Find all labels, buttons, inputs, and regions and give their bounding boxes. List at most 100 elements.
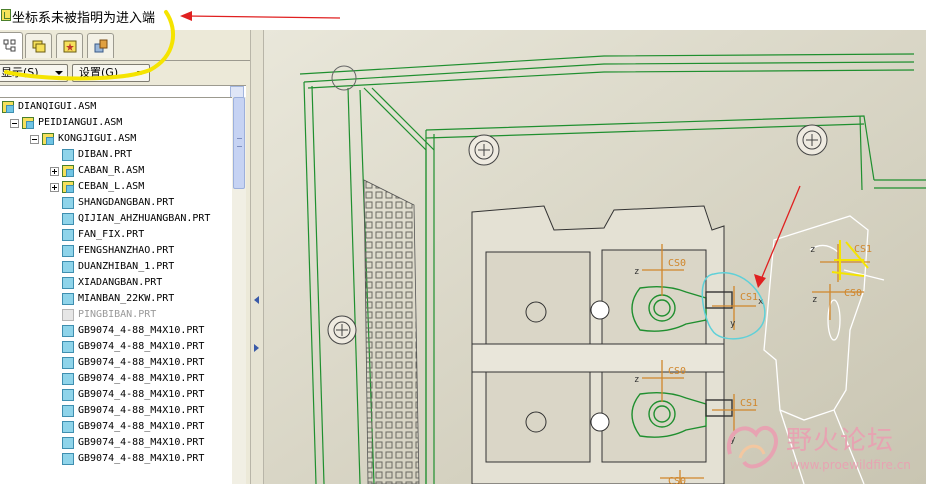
tree-node-label: GB9074_4-88_M4X10.PRT xyxy=(78,373,205,384)
folder-browser-icon xyxy=(32,40,45,53)
tree-node[interactable]: GB9074_4-88_M4X10.PRT xyxy=(0,371,232,387)
tree-node-label: GB9074_4-88_M4X10.PRT xyxy=(78,357,205,368)
assembly-icon xyxy=(42,133,54,145)
tree-node[interactable]: FENGSHANZHAO.PRT xyxy=(0,243,232,259)
part-icon xyxy=(62,341,74,353)
tree-node[interactable]: PINGBIBAN.PRT xyxy=(0,307,232,323)
navigator-panel: 显示(S) 设置(G) DIANQIGUI.ASM PEIDIANGUI.ASM K… xyxy=(0,30,250,484)
part-icon xyxy=(62,453,74,465)
tab-model-tree[interactable] xyxy=(0,32,23,59)
tree-node[interactable]: DIBAN.PRT xyxy=(0,147,232,163)
collapse-node-icon[interactable] xyxy=(30,135,39,144)
tree-node-label: GB9074_4-88_M4X10.PRT xyxy=(78,389,205,400)
part-icon xyxy=(62,197,74,209)
tree-scrollbar[interactable] xyxy=(232,97,246,484)
tree-scroll-header xyxy=(0,85,246,98)
show-dropdown-label: 显示(S) xyxy=(1,66,39,79)
tree-node[interactable]: CABAN_R.ASM xyxy=(0,163,232,179)
tree-node-label: DUANZHIBAN_1.PRT xyxy=(78,261,175,272)
status-bar: 坐标系未被指明为进入端 xyxy=(0,0,926,30)
model-tree: DIANQIGUI.ASM PEIDIANGUI.ASM KONGJIGUI.ASM… xyxy=(0,97,232,484)
tree-node[interactable]: SHANGDANGBAN.PRT xyxy=(0,195,232,211)
csys-label: CS0 xyxy=(668,366,686,377)
tree-node[interactable]: GB9074_4-88_M4X10.PRT xyxy=(0,419,232,435)
show-dropdown-button[interactable]: 显示(S) xyxy=(0,64,68,82)
graphics-viewport[interactable]: CS0 CS1 CS0 CS1 CS1 CS0 CS0 z y x z y z … xyxy=(264,30,926,484)
app-window: 坐标系未被指明为进入端 显示(S) 设置(G) DIANQIGUI.ASM PE… xyxy=(0,0,926,484)
tab-favorites[interactable] xyxy=(56,33,83,58)
tree-node[interactable]: XIADANGBAN.PRT xyxy=(0,275,232,291)
assembly-icon xyxy=(62,181,74,193)
collapse-node-icon[interactable] xyxy=(10,119,19,128)
tree-node[interactable]: PEIDIANGUI.ASM xyxy=(0,115,232,131)
csys-label: CS0 xyxy=(668,258,686,269)
tree-node-label: SHANGDANGBAN.PRT xyxy=(78,197,175,208)
tree-node-label: PEIDIANGUI.ASM xyxy=(38,117,123,128)
part-icon xyxy=(62,149,74,161)
tree-node[interactable]: CEBAN_L.ASM xyxy=(0,179,232,195)
navigator-tabs xyxy=(0,30,250,60)
tree-node[interactable]: QIJIAN_AHZHUANGBAN.PRT xyxy=(0,211,232,227)
tree-node[interactable]: DIANQIGUI.ASM xyxy=(0,99,232,115)
tree-node-label: GB9074_4-88_M4X10.PRT xyxy=(78,453,205,464)
tree-node[interactable]: KONGJIGUI.ASM xyxy=(0,131,232,147)
tree-node-label: FENGSHANZHAO.PRT xyxy=(78,245,175,256)
part-icon xyxy=(62,421,74,433)
model-tree-icon xyxy=(3,39,15,52)
csys-label: CS1 xyxy=(740,292,758,303)
favorites-icon xyxy=(63,40,76,53)
tree-node[interactable]: GB9074_4-88_M4X10.PRT xyxy=(0,323,232,339)
tree-node[interactable]: MIANBAN_22KW.PRT xyxy=(0,291,232,307)
tree-node[interactable]: GB9074_4-88_M4X10.PRT xyxy=(0,355,232,371)
settings-dropdown-label: 设置(G) xyxy=(79,66,119,79)
part-icon xyxy=(62,245,74,257)
csys-label: CS1 xyxy=(740,398,758,409)
part-icon xyxy=(62,389,74,401)
assembly-icon xyxy=(22,117,34,129)
chevron-down-icon xyxy=(55,71,63,75)
panel-splitter[interactable] xyxy=(250,30,264,484)
expand-right-icon[interactable] xyxy=(254,344,259,352)
tree-node-label: GB9074_4-88_M4X10.PRT xyxy=(78,437,205,448)
watermark-logo-icon xyxy=(726,426,778,469)
collapse-left-icon[interactable] xyxy=(254,296,259,304)
axis-z-label: z xyxy=(634,375,639,385)
part-icon xyxy=(62,357,74,369)
settings-dropdown-button[interactable]: 设置(G) xyxy=(72,64,150,82)
axis-z-label: z xyxy=(634,267,639,277)
tree-node[interactable]: GB9074_4-88_M4X10.PRT xyxy=(0,435,232,451)
axis-z-label: z xyxy=(812,295,817,305)
tree-node[interactable]: DUANZHIBAN_1.PRT xyxy=(0,259,232,275)
part-icon xyxy=(62,325,74,337)
part-icon xyxy=(62,229,74,241)
terminal-block xyxy=(471,205,725,484)
status-message-icon xyxy=(1,9,11,21)
tree-node[interactable]: GB9074_4-88_M4X10.PRT xyxy=(0,451,232,467)
tree-node[interactable]: FAN_FIX.PRT xyxy=(0,227,232,243)
tree-node[interactable]: GB9074_4-88_M4X10.PRT xyxy=(0,387,232,403)
connections-icon xyxy=(94,39,107,53)
part-icon xyxy=(62,277,74,289)
tree-node-label: QIJIAN_AHZHUANGBAN.PRT xyxy=(78,213,211,224)
tab-folder-browser[interactable] xyxy=(25,33,52,58)
tree-node[interactable]: GB9074_4-88_M4X10.PRT xyxy=(0,339,232,355)
tree-node-label: CEBAN_L.ASM xyxy=(78,181,145,192)
expand-node-icon[interactable] xyxy=(50,167,59,176)
chevron-down-icon xyxy=(137,71,145,75)
tree-node[interactable]: GB9074_4-88_M4X10.PRT xyxy=(0,403,232,419)
watermark: 野火论坛 www.proewildfire.cn xyxy=(720,414,920,480)
assembly-icon xyxy=(62,165,74,177)
expand-node-icon[interactable] xyxy=(50,183,59,192)
watermark-url: www.proewildfire.cn xyxy=(790,458,911,472)
tab-connections[interactable] xyxy=(87,33,114,58)
csys-label: CS0 xyxy=(844,288,862,299)
scrollbar-thumb[interactable] xyxy=(233,97,245,189)
tree-node-label: DIANQIGUI.ASM xyxy=(18,101,97,112)
part-icon xyxy=(62,261,74,273)
tree-node-label: GB9074_4-88_M4X10.PRT xyxy=(78,405,205,416)
axis-z-label: z xyxy=(810,245,815,255)
tree-node-label: KONGJIGUI.ASM xyxy=(58,133,137,144)
axis-y-label: y xyxy=(730,319,736,329)
status-message: 坐标系未被指明为进入端 xyxy=(12,11,156,26)
part-icon xyxy=(62,437,74,449)
